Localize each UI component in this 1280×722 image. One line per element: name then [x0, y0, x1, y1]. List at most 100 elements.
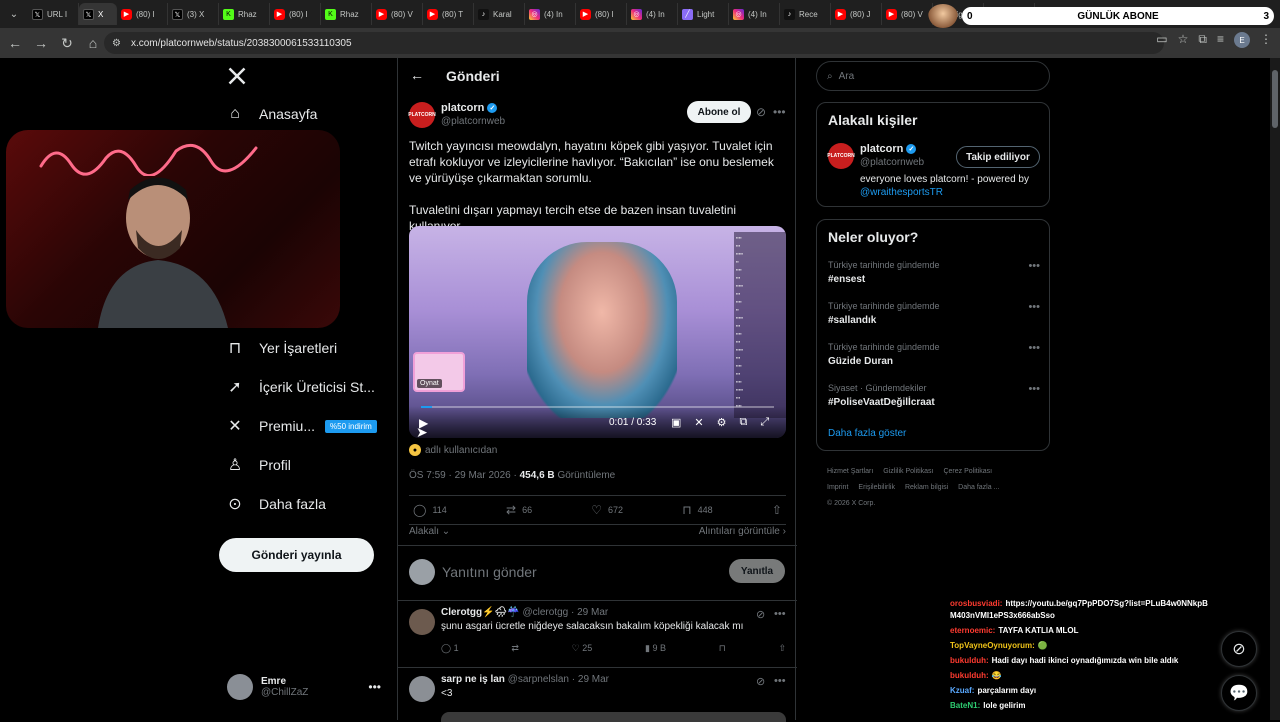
author-handle[interactable]: @platcornweb — [441, 116, 505, 127]
reply-share-action[interactable]: ⇧ — [778, 643, 786, 654]
video-thumbnail-preview[interactable]: Oynat — [413, 352, 465, 392]
show-more-link[interactable]: Daha fazla göster — [828, 428, 906, 439]
like-action[interactable]: ♡ 672 — [591, 503, 623, 517]
sort-relevant-dropdown[interactable]: Alakalı ⌄ — [409, 526, 450, 537]
nav-more[interactable]: ⊙ Daha fazla — [225, 494, 326, 514]
browser-tab[interactable]: K Rhaz — [219, 3, 270, 25]
reply-date[interactable]: · 29 Mar — [571, 607, 608, 618]
related-name-row[interactable]: platcorn ✓ — [860, 143, 917, 155]
browser-tab[interactable]: ♪ Rece — [780, 3, 831, 25]
cast-icon[interactable]: ▭ — [1156, 32, 1167, 48]
address-bar[interactable]: ⚙ x.com/platcornweb/status/2038300061533… — [104, 32, 1164, 54]
view-quotes-link[interactable]: Alıntıları görüntüle › — [699, 526, 786, 537]
profile-avatar[interactable]: E — [1234, 32, 1250, 48]
related-bio-link[interactable]: @wraithesportsTR — [860, 187, 943, 198]
reply-date[interactable]: · 29 Mar — [572, 674, 609, 685]
browser-tab[interactable]: ▶ (80) T — [423, 3, 474, 25]
messages-floating-icon[interactable]: 💬 — [1221, 675, 1257, 711]
reply-author-handle[interactable]: @clerotgg — [523, 607, 569, 618]
subscribe-button[interactable]: Abone ol — [687, 101, 751, 123]
browser-tab[interactable]: ╱ Light — [678, 3, 729, 25]
browser-tab[interactable]: ◎ (4) In — [729, 3, 780, 25]
footer-link[interactable]: Daha fazla ... — [958, 484, 999, 491]
nav-bookmarks[interactable]: ⊓ Yer İşaretleri — [225, 338, 337, 358]
bookmark-star-icon[interactable]: ☆ — [1178, 32, 1189, 48]
reply-media[interactable] — [441, 712, 786, 722]
post-button[interactable]: Gönderi yayınla — [219, 538, 374, 572]
reply-input[interactable]: Yanıtını gönder — [442, 564, 537, 580]
forward-arrow-icon[interactable]: → — [30, 32, 52, 54]
more-dots-icon[interactable]: ••• — [1028, 342, 1040, 354]
grok-icon[interactable]: ⊘ — [756, 608, 765, 621]
video-attribution[interactable]: ● adlı kullanıcıdan — [409, 444, 497, 456]
browser-tab[interactable]: ▶ (80) V — [882, 3, 933, 25]
reply-avatar[interactable] — [409, 676, 435, 702]
mute-icon[interactable]: ✕ — [694, 416, 703, 429]
grok-icon[interactable]: ⊘ — [756, 675, 765, 688]
browser-tab[interactable]: K Rhaz — [321, 3, 372, 25]
trend-item[interactable]: Türkiye tarihinde gündemde Güzide Duran ••… — [828, 342, 1040, 367]
reply-retweet-action[interactable]: ⇄ — [511, 643, 519, 654]
related-handle[interactable]: @platcornweb — [860, 157, 924, 168]
reply-views-action[interactable]: ▮ 9 B — [645, 643, 666, 654]
settings-icon[interactable]: ⚙ — [717, 416, 727, 429]
extensions-icon[interactable]: ⧉ — [1198, 32, 1207, 48]
more-dots-icon[interactable]: ••• — [774, 608, 786, 620]
trend-item[interactable]: Türkiye tarihinde gündemde #sallandık ••• — [828, 301, 1040, 326]
captions-icon[interactable]: ▣ — [671, 416, 681, 429]
grok-floating-icon[interactable]: ⊘ — [1221, 631, 1257, 667]
fullscreen-icon[interactable]: ⤢ — [760, 416, 769, 429]
reply-action[interactable]: ◯ 114 — [413, 503, 447, 517]
more-dots-icon[interactable]: ••• — [1028, 383, 1040, 395]
home-icon[interactable]: ⌂ — [82, 32, 104, 54]
menu-icon[interactable]: ⋮ — [1260, 32, 1272, 48]
scrollbar-thumb[interactable] — [1272, 70, 1278, 128]
reply-bookmark-action[interactable]: ⊓ — [719, 643, 726, 654]
reply-author-name[interactable]: sarp ne iş lan — [441, 674, 505, 685]
site-info-icon[interactable]: ⚙ — [112, 38, 121, 49]
related-avatar[interactable]: PLATCORN — [827, 143, 855, 169]
reply-avatar[interactable] — [409, 609, 435, 635]
trend-item[interactable]: Siyaset · Gündemdekiler #PoliseVaatDeğilİ… — [828, 383, 1040, 408]
reply-tweet[interactable]: sarp ne iş lan @sarpnelslan · 29 Mar ⊘ •… — [398, 668, 797, 722]
browser-tab[interactable]: 𝕏 URL I — [28, 3, 79, 25]
page-scrollbar[interactable] — [1270, 58, 1280, 720]
footer-link[interactable]: Gizlilik Politikası — [883, 468, 933, 475]
back-arrow-icon[interactable]: ← — [4, 32, 26, 54]
footer-link[interactable]: Erişilebilirlik — [858, 484, 895, 491]
nav-creator-studio[interactable]: ➚ İçerik Üreticisi St... — [225, 377, 375, 397]
footer-link[interactable]: Imprint — [827, 484, 848, 491]
trend-item[interactable]: Türkiye tarihinde gündemde #ensest ••• — [828, 260, 1040, 285]
reply-button[interactable]: Yanıtla — [729, 559, 785, 583]
tweet-video[interactable]: ▪▪▪▪ ▪▪▪ ▪▪▪▪▪ ▪▪ ▪▪▪▪ ▪▪▪ ▪▪▪▪▪ ▪▪▪ ▪▪▪▪ ▪▪ ▪▪▪▪▪… — [409, 226, 786, 438]
tab-search-icon[interactable]: ⌄ — [4, 4, 24, 24]
browser-tab[interactable]: ▶ (80) I — [270, 3, 321, 25]
more-dots-icon[interactable]: ••• — [1028, 301, 1040, 313]
browser-tab[interactable]: 𝕏X — [79, 3, 117, 25]
browser-tab[interactable]: ◎ (4) In — [627, 3, 678, 25]
following-button[interactable]: Takip ediliyor — [956, 146, 1040, 168]
more-dots-icon[interactable]: ••• — [774, 675, 786, 687]
browser-tab[interactable]: ♪ Karal — [474, 3, 525, 25]
browser-tab[interactable]: ▶ (80) I — [576, 3, 627, 25]
grok-icon[interactable]: ⊘ — [756, 105, 766, 119]
retweet-action[interactable]: ⇄ 66 — [506, 503, 532, 517]
footer-link[interactable]: Çerez Politikası — [943, 468, 992, 475]
more-dots-icon[interactable]: ••• — [1028, 260, 1040, 272]
nav-premium[interactable]: ✕ Premiu... %50 indirim — [225, 416, 377, 436]
more-dots-icon[interactable]: ••• — [368, 680, 381, 694]
author-avatar[interactable]: PLATCORN — [408, 102, 436, 128]
browser-tab[interactable]: ▶ (80) I — [117, 3, 168, 25]
more-dots-icon[interactable]: ••• — [773, 105, 786, 119]
bookmark-action[interactable]: ⊓ 448 — [682, 503, 712, 517]
tweet-timestamp[interactable]: ÖS 7:59 · 29 Mar 2026 · — [409, 470, 517, 481]
account-switcher[interactable]: Emre @ChillZaZ ••• — [227, 674, 387, 700]
browser-tab[interactable]: 𝕏 (3) X — [168, 3, 219, 25]
reply-author-handle[interactable]: @sarpnelslan — [508, 674, 569, 685]
footer-link[interactable]: © 2026 X Corp. — [827, 500, 875, 507]
browser-tab[interactable]: ◎ (4) In — [525, 3, 576, 25]
reply-author-name[interactable]: Clerotgg⚡🌧☔ — [441, 607, 520, 618]
back-arrow-icon[interactable]: ← — [410, 67, 424, 83]
reply-like-action[interactable]: ♡ 25 — [572, 643, 593, 654]
nav-home[interactable]: ⌂ Anasayfa — [225, 104, 317, 124]
